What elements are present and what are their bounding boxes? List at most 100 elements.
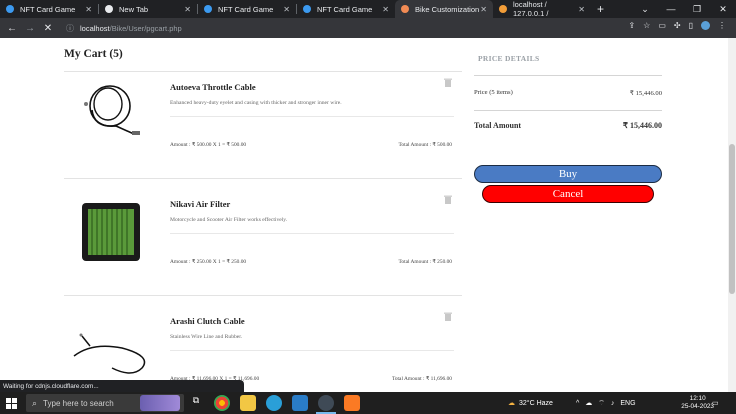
- globe-icon: [204, 5, 212, 13]
- windows-taskbar: ⌕ Type here to search ⧉ ☁ 32°C Haze ^ ☁ …: [0, 392, 736, 414]
- tab-nft-card-game-3[interactable]: NFT Card Game ✕: [297, 0, 395, 18]
- search-highlight-image[interactable]: [140, 395, 180, 411]
- item-separator: [64, 295, 462, 296]
- close-icon[interactable]: ✕: [382, 5, 389, 14]
- item-divider: [170, 116, 454, 117]
- scrollbar-thumb[interactable]: [729, 144, 735, 294]
- tab-nft-card-game-1[interactable]: NFT Card Game ✕: [0, 0, 98, 18]
- share-icon[interactable]: ⇪: [628, 21, 635, 30]
- vscode-icon[interactable]: [292, 395, 308, 411]
- item-name[interactable]: Nikavi Air Filter: [170, 199, 230, 209]
- item-separator: [64, 178, 462, 179]
- cart-header-divider: [64, 71, 462, 72]
- weather-text: 32°C Haze: [519, 399, 553, 407]
- url-host: localhost: [80, 23, 110, 33]
- edge-icon[interactable]: [266, 395, 282, 411]
- tab-search-icon[interactable]: ⌄: [632, 4, 658, 15]
- search-placeholder: Type here to search: [43, 398, 114, 408]
- air-filter-image: [82, 203, 140, 261]
- task-view-icon[interactable]: ⧉: [188, 395, 204, 411]
- restore-icon[interactable]: ❐: [684, 4, 710, 15]
- browser-toolbar: ← → ✕ ⓘ localhost /Bike/User/pgcart.php …: [0, 18, 736, 38]
- globe-icon: [6, 5, 14, 13]
- new-tab-button[interactable]: +: [597, 2, 604, 16]
- tab-new-tab[interactable]: New Tab ✕: [99, 0, 197, 18]
- tab-title: Bike Customization: [415, 4, 480, 14]
- weather-icon: ☁: [508, 400, 515, 407]
- back-icon[interactable]: ←: [3, 23, 21, 34]
- close-window-icon[interactable]: ✕: [710, 4, 736, 15]
- tab-title: NFT Card Game: [317, 4, 373, 14]
- close-icon[interactable]: ✕: [283, 5, 290, 14]
- tab-title: NFT Card Game: [218, 4, 274, 14]
- bike-favicon-icon: [401, 5, 409, 13]
- tab-title: localhost / 127.0.0.1 /: [513, 0, 549, 18]
- tab-bike-customization[interactable]: Bike Customization ✕: [395, 0, 493, 18]
- search-icon: ⌕: [32, 397, 38, 408]
- site-info-icon[interactable]: ⓘ: [66, 23, 74, 34]
- item-name[interactable]: Arashi Clutch Cable: [170, 316, 245, 326]
- close-icon[interactable]: ✕: [578, 5, 585, 14]
- close-icon[interactable]: ✕: [85, 5, 92, 14]
- buy-button[interactable]: Buy: [474, 165, 662, 183]
- sidebar-icon[interactable]: ▯: [689, 21, 693, 30]
- phpmyadmin-icon: [499, 5, 507, 13]
- notification-icon[interactable]: ▭: [712, 392, 719, 414]
- address-bar[interactable]: ⓘ localhost /Bike/User/pgcart.php: [66, 21, 606, 35]
- chevron-up-icon[interactable]: ^: [576, 400, 579, 407]
- file-explorer-icon[interactable]: [240, 395, 256, 411]
- chrome-active-icon[interactable]: [318, 395, 334, 411]
- trash-icon[interactable]: [444, 312, 452, 321]
- extensions-puzzle-icon[interactable]: ✣: [674, 21, 681, 30]
- item-amount: Amount : ₹ 500.00 X 1 = ₹ 500.00: [170, 142, 247, 148]
- onedrive-icon[interactable]: ☁: [585, 399, 592, 407]
- item-divider: [170, 233, 454, 234]
- url-path: /Bike/User/pgcart.php: [109, 23, 182, 33]
- window-controls: ⌄ — ❐ ✕: [632, 0, 736, 18]
- cast-icon[interactable]: ▭: [658, 21, 666, 30]
- price-value: ₹ 15,446.00: [629, 90, 662, 97]
- page-scrollbar[interactable]: [728, 38, 736, 392]
- item-name[interactable]: Autoeva Throttle Cable: [170, 82, 256, 92]
- item-description: Enhanced heavy-duty eyelet and casing wi…: [170, 100, 342, 106]
- page-viewport: My Cart (5) Autoeva Throttle Cable Enhan…: [0, 38, 728, 392]
- tab-title: NFT Card Game: [20, 4, 76, 14]
- cart-item: Nikavi Air Filter Motorcycle and Scooter…: [64, 191, 462, 308]
- profile-avatar-icon[interactable]: [701, 21, 710, 30]
- item-divider: [170, 350, 454, 351]
- cart-title: My Cart (5): [64, 48, 123, 60]
- clock-time: 12:10: [689, 395, 706, 402]
- trash-icon[interactable]: [444, 78, 452, 87]
- system-tray: ^ ☁ ⌔ ♪ ENG: [576, 392, 636, 414]
- forward-icon[interactable]: →: [21, 23, 39, 34]
- menu-kebab-icon[interactable]: ⋮: [718, 21, 726, 30]
- bookmark-star-icon[interactable]: ☆: [643, 21, 650, 30]
- price-row: Price (5 items) ₹ 15,446.00: [474, 89, 662, 97]
- taskbar-clock[interactable]: 12:10 25-04-2023: [681, 395, 714, 411]
- browser-tab-bar: NFT Card Game ✕ New Tab ✕ NFT Card Game …: [0, 0, 736, 18]
- stop-loading-icon[interactable]: ✕: [39, 23, 57, 34]
- chrome-icon[interactable]: [214, 395, 230, 411]
- xampp-icon[interactable]: [344, 395, 360, 411]
- weather-widget[interactable]: ☁ 32°C Haze: [508, 392, 553, 414]
- globe-icon: [303, 5, 311, 13]
- tab-nft-card-game-2[interactable]: NFT Card Game ✕: [198, 0, 296, 18]
- total-amount-label: Total Amount: [474, 121, 522, 130]
- minimize-icon[interactable]: —: [658, 4, 684, 14]
- language-indicator[interactable]: ENG: [620, 400, 635, 407]
- windows-logo-icon: [5, 397, 17, 409]
- price-details-divider: [474, 110, 662, 111]
- close-icon[interactable]: ✕: [184, 5, 191, 14]
- trash-icon[interactable]: [444, 195, 452, 204]
- tab-phpmyadmin[interactable]: localhost / 127.0.0.1 / ✕: [493, 0, 591, 18]
- network-icon[interactable]: ⌔: [598, 399, 605, 408]
- windows-start-button[interactable]: [0, 392, 22, 414]
- chrome-icon: [105, 5, 113, 13]
- cancel-button[interactable]: Cancel: [482, 185, 654, 203]
- total-row: Total Amount ₹ 15,446.00: [474, 121, 662, 130]
- item-total: Total Amount : ₹ 250.00: [398, 259, 452, 265]
- item-total: Total Amount : ₹ 500.00: [398, 142, 452, 148]
- close-icon[interactable]: ✕: [480, 5, 487, 14]
- volume-icon[interactable]: ♪: [611, 400, 615, 407]
- item-amount: Amount : ₹ 250.00 X 1 = ₹ 250.00: [170, 259, 247, 265]
